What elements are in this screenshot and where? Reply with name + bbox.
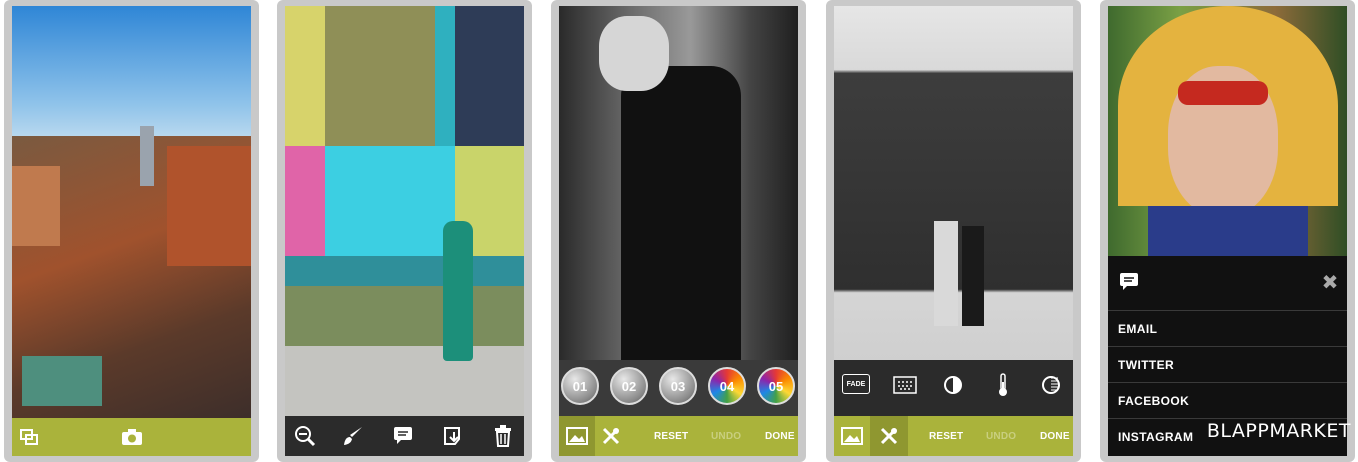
screen	[12, 6, 251, 456]
undo-button[interactable]: UNDO	[711, 431, 741, 442]
filter-02[interactable]: 02	[610, 367, 648, 405]
person-figure	[962, 226, 984, 326]
filter-05[interactable]: 05	[757, 367, 795, 405]
zoom-out-icon[interactable]	[293, 425, 317, 447]
wall-block	[325, 146, 455, 256]
share-email[interactable]: EMAIL	[1108, 310, 1347, 344]
camera-toolbar	[12, 418, 251, 456]
swimsuit	[1148, 206, 1308, 256]
contrast-icon[interactable]	[940, 374, 966, 396]
fade-icon[interactable]: FADE	[842, 374, 870, 394]
filters-bottom-bar: RESET UNDO DONE	[559, 416, 798, 456]
layers-icon[interactable]	[18, 427, 40, 447]
building	[12, 166, 60, 246]
share-facebook-label: FACEBOOK	[1118, 394, 1190, 408]
person-figure	[934, 221, 958, 326]
wall-block	[285, 6, 325, 146]
portrait-photo	[1108, 6, 1347, 256]
child-figure	[443, 221, 473, 361]
filter-03[interactable]: 03	[659, 367, 697, 405]
wall-block	[285, 146, 325, 256]
grain-icon[interactable]	[892, 374, 918, 396]
filter-04[interactable]: 04	[708, 367, 746, 405]
screen: ✖ EMAIL TWITTER FACEBOOK INSTAGRAM	[1108, 6, 1347, 456]
screen: FADE RESET UNDO DONE	[834, 6, 1073, 456]
wall-block	[455, 6, 524, 146]
phone-share-screen: ✖ EMAIL TWITTER FACEBOOK INSTAGRAM BLAPP…	[1100, 0, 1355, 462]
close-icon[interactable]: ✖	[1320, 272, 1340, 294]
undo-button[interactable]: UNDO	[986, 431, 1016, 442]
wall-block	[285, 286, 524, 346]
tools-icon[interactable]	[599, 425, 623, 447]
person-figure	[621, 66, 741, 360]
sky	[12, 6, 251, 146]
share-email-label: EMAIL	[1118, 322, 1158, 336]
share-facebook[interactable]: FACEBOOK	[1108, 382, 1347, 416]
share-twitter-label: TWITTER	[1118, 358, 1175, 372]
garage-door-photo	[834, 6, 1073, 360]
edit-toolbar	[285, 416, 524, 456]
filter-strip: 01 02 03 04 05	[559, 360, 798, 416]
color-wall-photo	[285, 6, 524, 416]
building	[167, 146, 251, 266]
sidewalk	[285, 346, 524, 416]
wall-block	[325, 6, 435, 146]
share-twitter[interactable]: TWITTER	[1108, 346, 1347, 380]
wall-block	[435, 6, 455, 146]
phone-camera-screen	[4, 0, 259, 462]
phone-filters-screen: 01 02 03 04 05 RESET UNDO DONE	[551, 0, 806, 462]
comment-icon[interactable]	[391, 425, 415, 447]
tools-icon[interactable]	[877, 425, 901, 447]
tower	[140, 126, 154, 186]
save-to-device-icon[interactable]	[441, 425, 465, 447]
reset-button[interactable]: RESET	[929, 431, 963, 442]
adjust-bottom-bar: RESET UNDO DONE	[834, 416, 1073, 456]
share-instagram-label: INSTAGRAM	[1118, 430, 1194, 444]
phone-edit-screen	[277, 0, 532, 462]
filter-01[interactable]: 01	[561, 367, 599, 405]
done-button[interactable]: DONE	[765, 431, 795, 442]
brush-icon[interactable]	[341, 425, 365, 447]
phone-adjust-screen: FADE RESET UNDO DONE	[826, 0, 1081, 462]
sunglasses	[1178, 81, 1268, 105]
bw-portrait-photo	[559, 6, 798, 360]
image-icon[interactable]	[840, 426, 864, 446]
temperature-icon[interactable]	[990, 373, 1016, 396]
reset-button[interactable]: RESET	[654, 431, 688, 442]
camera-icon[interactable]	[120, 426, 144, 448]
done-button[interactable]: DONE	[1040, 431, 1070, 442]
watermark: BLAPPMARKET	[1206, 420, 1351, 442]
image-icon[interactable]	[565, 426, 589, 446]
trash-icon[interactable]	[491, 425, 515, 447]
building	[22, 356, 102, 406]
wall-block	[285, 256, 524, 286]
person-head	[599, 16, 669, 91]
city-photo	[12, 6, 251, 418]
screen: 01 02 03 04 05 RESET UNDO DONE	[559, 6, 798, 456]
comment-icon[interactable]	[1116, 270, 1142, 294]
fade-label: FADE	[846, 380, 866, 388]
screen	[285, 6, 524, 456]
adjust-tools-strip: FADE	[834, 360, 1073, 416]
saturation-icon[interactable]	[1038, 374, 1064, 396]
